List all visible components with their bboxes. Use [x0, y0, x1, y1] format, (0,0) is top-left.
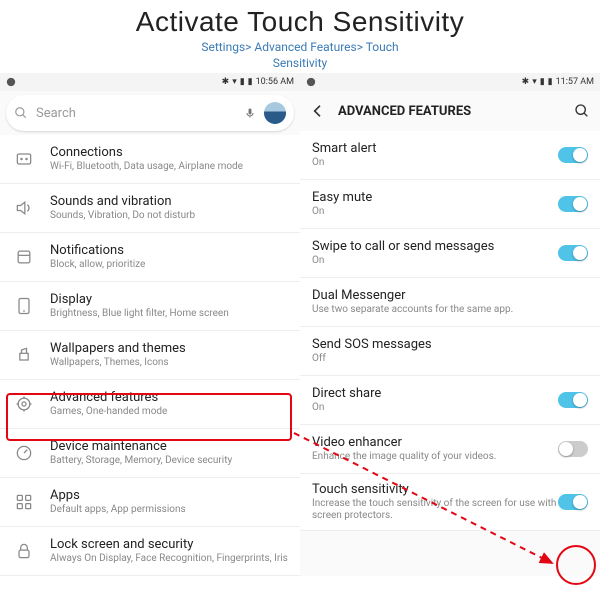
back-icon[interactable]	[310, 103, 326, 119]
phone-settings: ✱ ▾ ▮ ▮ 10:56 AM Search ConnectionsWi-Fi…	[0, 73, 300, 576]
time-text: 11:57 AM	[556, 77, 594, 87]
settings-row-notif[interactable]: NotificationsBlock, allow, prioritize	[0, 233, 300, 282]
row-title: Send SOS messages	[312, 337, 588, 352]
row-subtitle: Always On Display, Face Recognition, Fin…	[50, 553, 288, 565]
advanced-title: ADVANCED FEATURES	[338, 104, 562, 119]
advanced-row[interactable]: Swipe to call or send messagesOn	[300, 229, 600, 278]
row-subtitle: Use two separate accounts for the same a…	[312, 304, 588, 316]
row-title: Dual Messenger	[312, 288, 588, 303]
settings-row-apps[interactable]: AppsDefault apps, App permissions	[0, 478, 300, 527]
row-subtitle: Off	[312, 353, 588, 365]
search-bar[interactable]: Search	[6, 95, 294, 131]
advanced-row[interactable]: Video enhancerEnhance the image quality …	[300, 425, 600, 474]
lock-icon	[12, 541, 36, 561]
row-subtitle: On	[312, 206, 558, 218]
battery-icon: ▮	[248, 77, 253, 87]
maintenance-icon	[12, 443, 36, 463]
row-title: Connections	[50, 145, 288, 160]
row-subtitle: Wi-Fi, Bluetooth, Data usage, Airplane m…	[50, 161, 288, 173]
advanced-header: ADVANCED FEATURES	[300, 91, 600, 131]
bluetooth-icon: ✱	[222, 77, 230, 87]
advanced-row[interactable]: Easy muteOn	[300, 180, 600, 229]
row-title: Direct share	[312, 386, 558, 401]
row-title: Notifications	[50, 243, 288, 258]
signal-icon: ▮	[540, 77, 545, 87]
advanced-row[interactable]: Smart alertOn	[300, 131, 600, 180]
row-title: Video enhancer	[312, 435, 558, 450]
row-title: Swipe to call or send messages	[312, 239, 558, 254]
toggle-switch[interactable]	[558, 392, 588, 408]
sound-icon	[12, 198, 36, 218]
advanced-row[interactable]: Touch sensitivityIncrease the touch sens…	[300, 474, 600, 531]
advanced-row[interactable]: Direct shareOn	[300, 376, 600, 425]
row-title: Easy mute	[312, 190, 558, 205]
row-title: Advanced features	[50, 390, 288, 405]
signal-icon: ▮	[240, 77, 245, 87]
settings-list: ConnectionsWi-Fi, Bluetooth, Data usage,…	[0, 135, 300, 576]
row-subtitle: On	[312, 255, 558, 267]
avatar[interactable]	[264, 102, 286, 124]
statusbar-left: ✱ ▾ ▮ ▮ 10:56 AM	[0, 73, 300, 91]
row-subtitle: Brightness, Blue light filter, Home scre…	[50, 308, 288, 320]
toggle-switch[interactable]	[558, 196, 588, 212]
connections-icon	[12, 149, 36, 169]
row-subtitle: Wallpapers, Themes, Icons	[50, 357, 288, 369]
page-header: Activate Touch Sensitivity Settings> Adv…	[0, 0, 600, 73]
apps-icon	[12, 492, 36, 512]
toggle-switch[interactable]	[558, 245, 588, 261]
toggle-switch[interactable]	[558, 494, 588, 510]
phone-advanced: ✱ ▾ ▮ ▮ 11:57 AM ADVANCED FEATURES Smart…	[300, 73, 600, 576]
search-icon[interactable]	[574, 103, 590, 119]
settings-row-connections[interactable]: ConnectionsWi-Fi, Bluetooth, Data usage,…	[0, 135, 300, 184]
settings-row-display[interactable]: DisplayBrightness, Blue light filter, Ho…	[0, 282, 300, 331]
settings-row-wallpaper[interactable]: Wallpapers and themesWallpapers, Themes,…	[0, 331, 300, 380]
settings-row-lock[interactable]: Lock screen and securityAlways On Displa…	[0, 527, 300, 576]
search-icon	[14, 106, 28, 120]
wallpaper-icon	[12, 345, 36, 365]
toggle-switch[interactable]	[558, 147, 588, 163]
settings-row-sound[interactable]: Sounds and vibrationSounds, Vibration, D…	[0, 184, 300, 233]
breadcrumb: Settings> Advanced Features> Touch Sensi…	[0, 40, 600, 71]
bluetooth-icon: ✱	[522, 77, 530, 87]
row-subtitle: Sounds, Vibration, Do not disturb	[50, 210, 288, 222]
settings-row-maintenance[interactable]: Device maintenanceBattery, Storage, Memo…	[0, 429, 300, 478]
row-title: Apps	[50, 488, 288, 503]
page-title: Activate Touch Sensitivity	[0, 6, 600, 38]
settings-row-advanced[interactable]: Advanced featuresGames, One-handed mode	[0, 380, 300, 429]
row-title: Smart alert	[312, 141, 558, 156]
statusbar-right: ✱ ▾ ▮ ▮ 11:57 AM	[300, 73, 600, 91]
row-subtitle: Enhance the image quality of your videos…	[312, 451, 558, 463]
display-icon	[12, 296, 36, 316]
row-title: Wallpapers and themes	[50, 341, 288, 356]
row-title: Lock screen and security	[50, 537, 288, 552]
row-title: Sounds and vibration	[50, 194, 288, 209]
advanced-list: Smart alertOnEasy muteOnSwipe to call or…	[300, 131, 600, 531]
reddit-icon	[306, 77, 316, 87]
advanced-row[interactable]: Send SOS messagesOff	[300, 327, 600, 376]
row-subtitle: Block, allow, prioritize	[50, 259, 288, 271]
row-title: Device maintenance	[50, 439, 288, 454]
wifi-icon: ▾	[532, 77, 537, 87]
mic-icon[interactable]	[244, 106, 256, 120]
row-subtitle: Games, One-handed mode	[50, 406, 288, 418]
notif-icon	[12, 247, 36, 267]
battery-icon: ▮	[548, 77, 553, 87]
wifi-icon: ▾	[232, 77, 237, 87]
row-subtitle: Increase the touch sensitivity of the sc…	[312, 498, 558, 522]
phones-container: ✱ ▾ ▮ ▮ 10:56 AM Search ConnectionsWi-Fi…	[0, 73, 600, 576]
time-text: 10:56 AM	[256, 77, 294, 87]
row-subtitle: On	[312, 402, 558, 414]
row-subtitle: On	[312, 157, 558, 169]
toggle-switch[interactable]	[558, 441, 588, 457]
advanced-icon	[12, 394, 36, 414]
reddit-icon	[6, 77, 16, 87]
search-input[interactable]: Search	[36, 106, 236, 121]
row-title: Touch sensitivity	[312, 482, 558, 497]
advanced-row[interactable]: Dual MessengerUse two separate accounts …	[300, 278, 600, 327]
row-subtitle: Default apps, App permissions	[50, 504, 288, 516]
row-subtitle: Battery, Storage, Memory, Device securit…	[50, 455, 288, 467]
row-title: Display	[50, 292, 288, 307]
